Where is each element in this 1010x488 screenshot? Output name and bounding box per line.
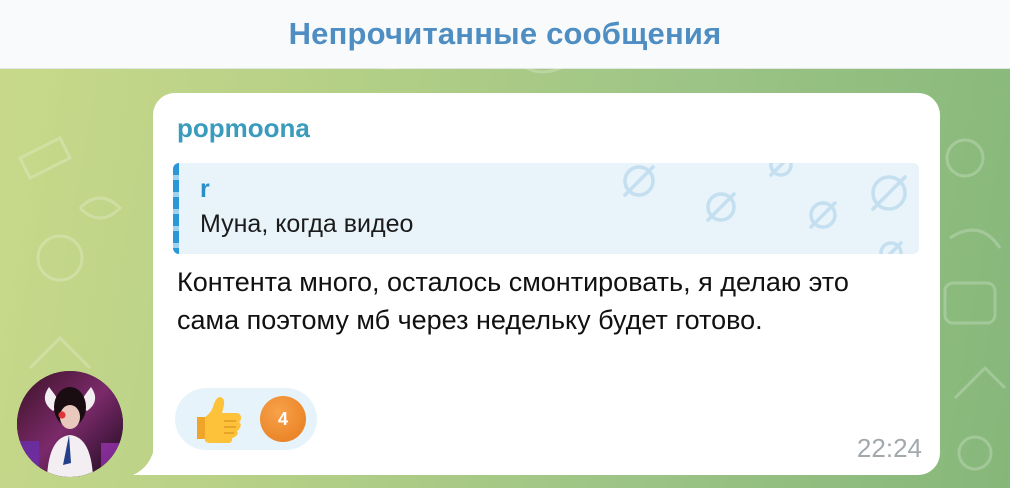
message-time: 22:24 — [856, 433, 922, 463]
reply-decoration-pattern — [623, 163, 907, 254]
reply-accent-bar — [173, 163, 179, 254]
sender-avatar[interactable] — [17, 371, 123, 477]
avatar-image — [17, 371, 123, 477]
reply-author: r — [200, 175, 210, 203]
sender-name[interactable]: popmoona — [177, 113, 310, 144]
message-bubble[interactable]: popmoona r Муна, когда видео Контента мн… — [153, 93, 940, 475]
reaction-count-badge: 4 — [260, 396, 306, 442]
reaction-chip[interactable]: 4 — [175, 388, 317, 450]
thumbs-up-icon — [197, 397, 241, 443]
message-text: Контента много, осталось смонтировать, я… — [177, 267, 849, 335]
reply-quote[interactable]: r Муна, когда видео — [173, 163, 919, 254]
reply-text: Муна, когда видео — [200, 210, 414, 238]
chat-header: Непрочитанные сообщения — [0, 0, 1010, 69]
header-title: Непрочитанные сообщения — [288, 16, 722, 51]
